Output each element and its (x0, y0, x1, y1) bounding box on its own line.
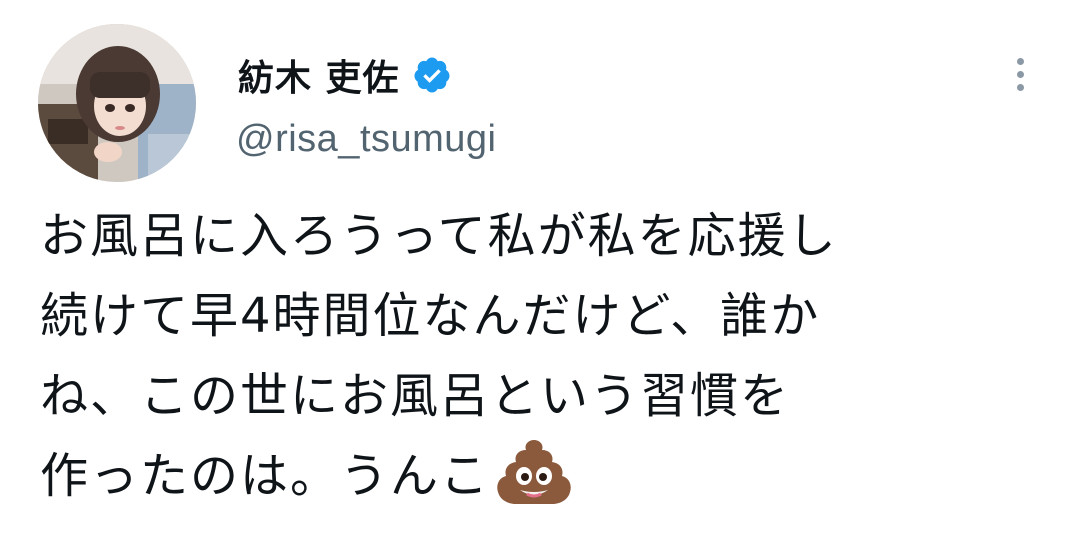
more-vertical-icon-dot (1016, 70, 1024, 78)
avatar[interactable] (38, 24, 196, 182)
verified-badge-icon (412, 55, 452, 95)
tweet-text-line: 作ったのは。うんこ (40, 448, 491, 504)
tweet-text-line: 続けて早4時間位なんだけど、誰か (40, 288, 821, 344)
more-options-button[interactable] (1006, 52, 1034, 96)
tweet-card: 紡木 吏佐 @risa_tsumugi お風呂に入ろうって私が私を応援し 続けて… (0, 0, 1080, 550)
avatar-photo (38, 24, 196, 182)
pile-of-poo-icon (494, 436, 574, 506)
tweet-text-line: お風呂に入ろうって私が私を応援し (40, 208, 838, 264)
name-row: 紡木 吏佐 (238, 50, 452, 100)
more-vertical-icon (1016, 57, 1024, 65)
more-vertical-icon-dot (1016, 83, 1024, 91)
display-name[interactable]: 紡木 吏佐 (238, 49, 400, 101)
user-handle[interactable]: @risa_tsumugi (236, 118, 497, 161)
tweet-text: お風呂に入ろうって私が私を応援し 続けて早4時間位なんだけど、誰か ね、この世に… (40, 196, 1060, 516)
tweet-text-last-line: 作ったのは。うんこ (40, 436, 1060, 516)
tweet-text-line: ね、この世にお風呂という習慣を (40, 368, 791, 424)
